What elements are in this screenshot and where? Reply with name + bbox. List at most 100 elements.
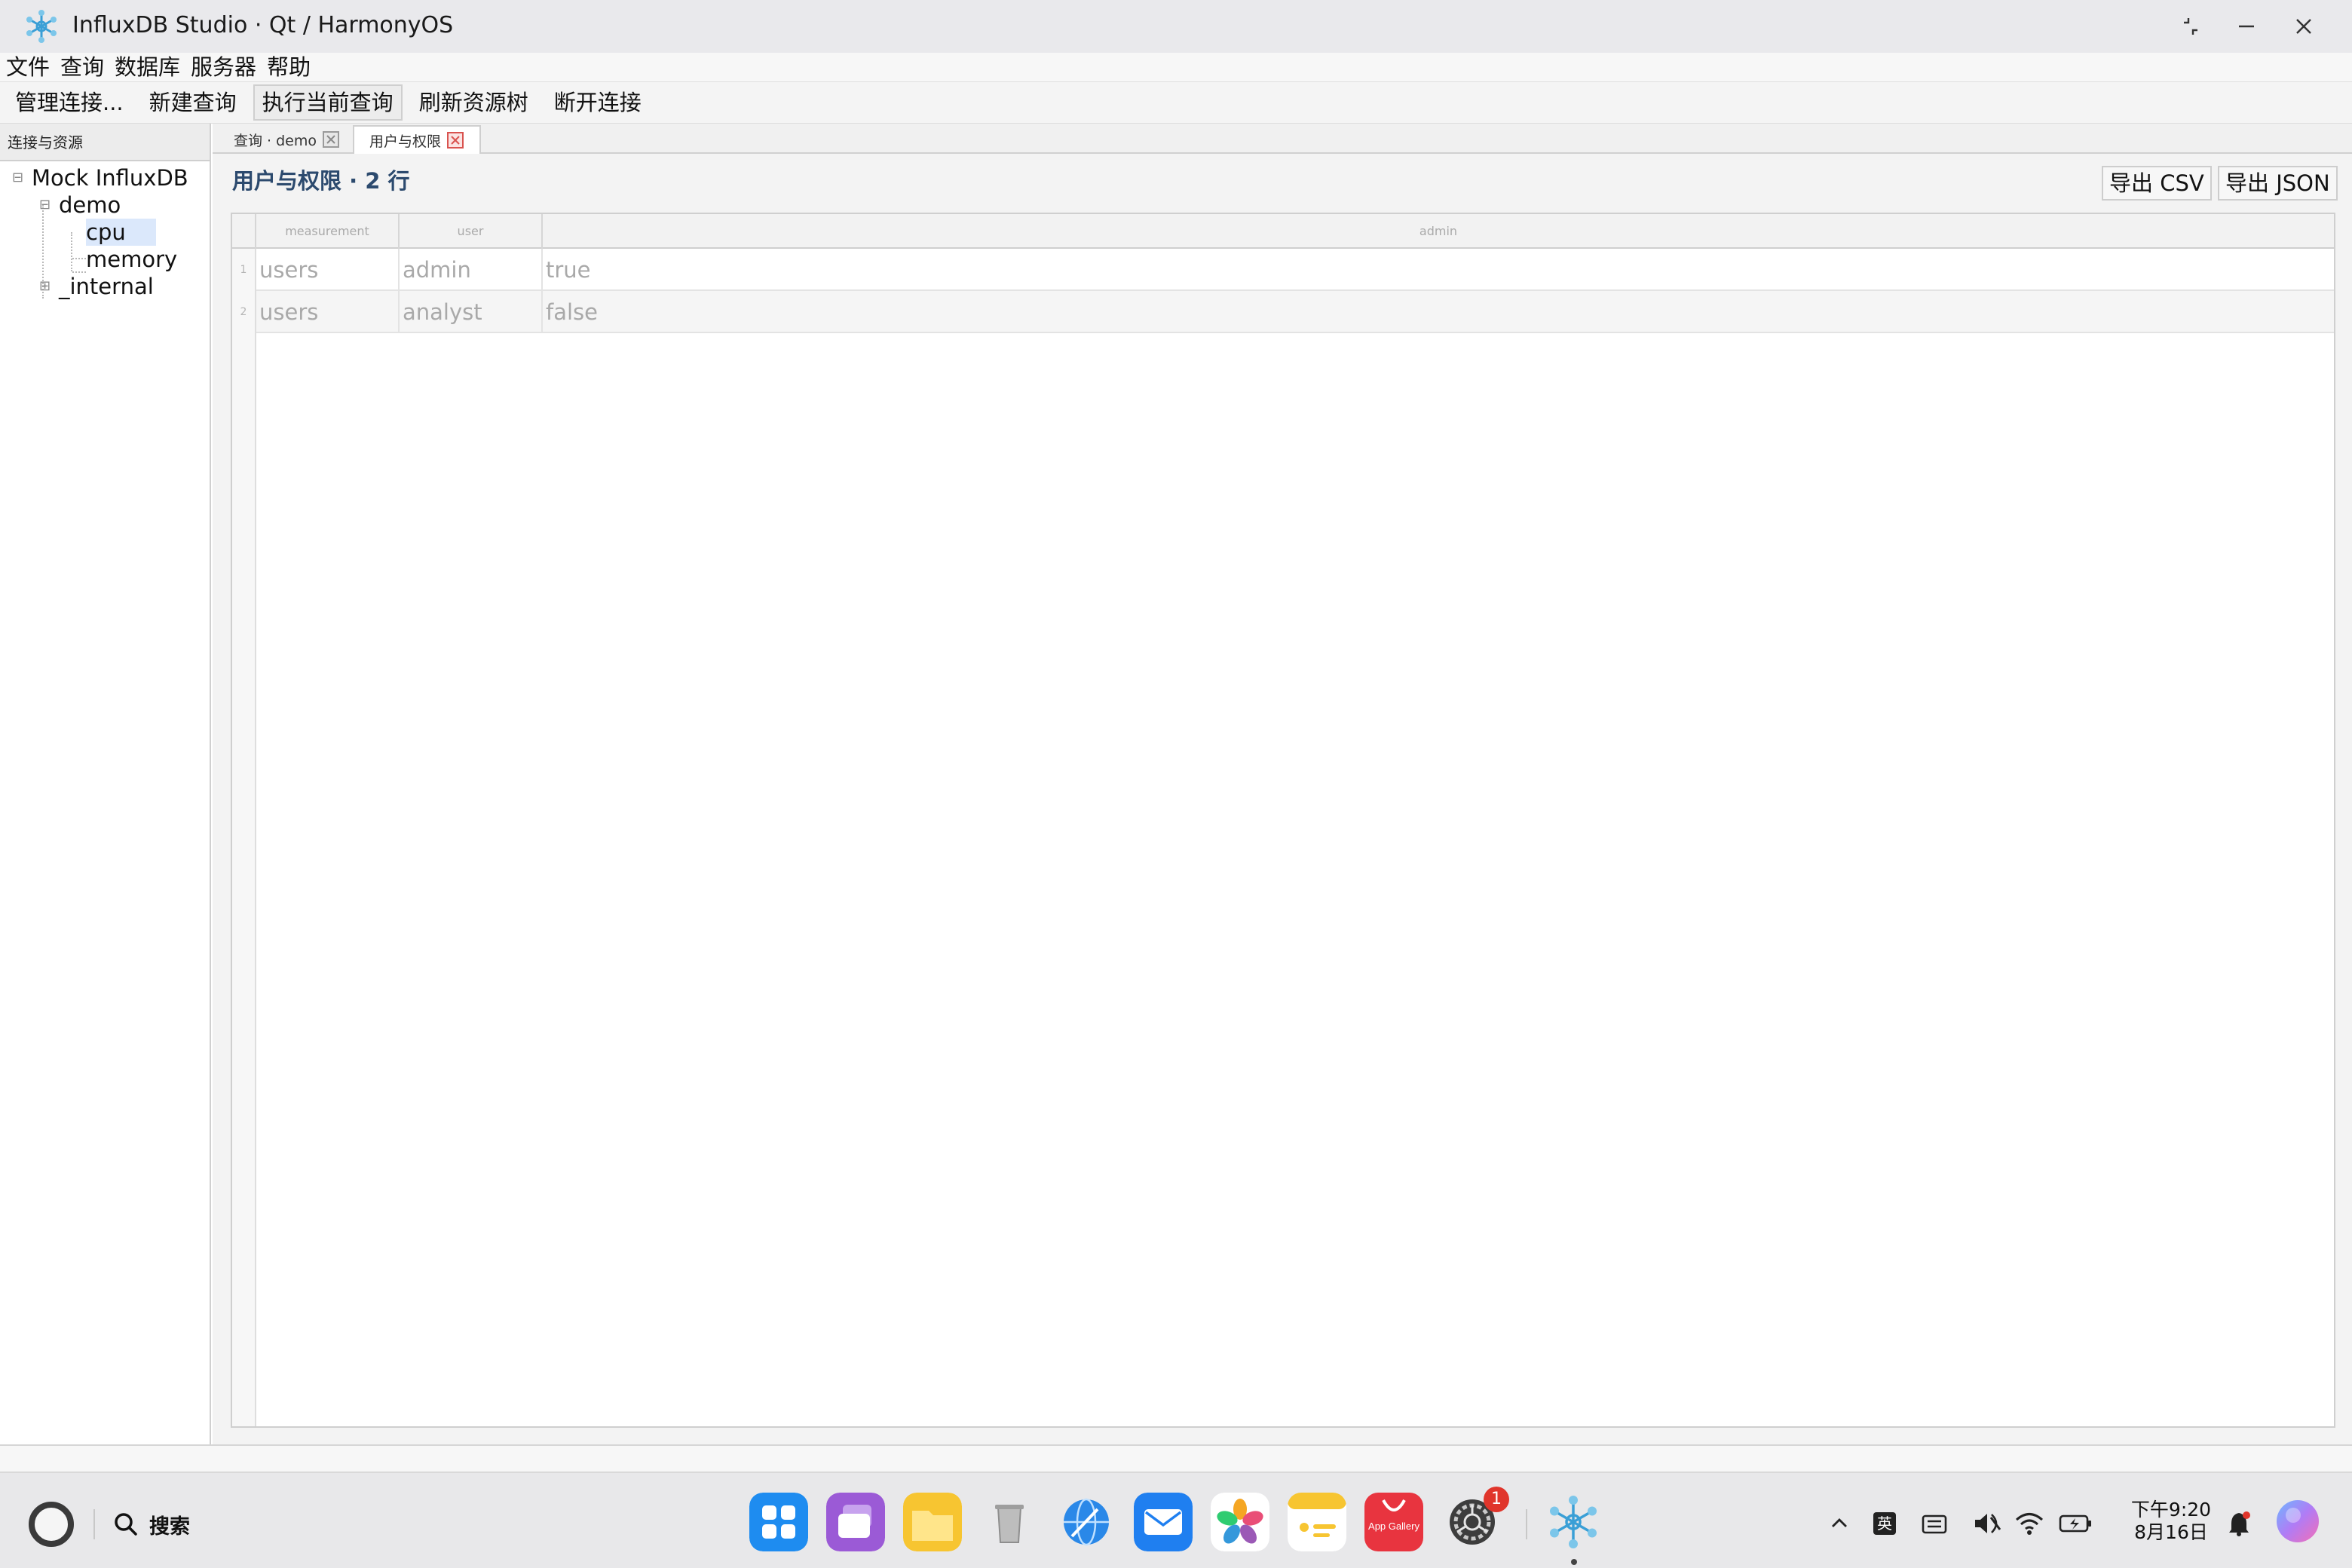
close-icon [2296, 19, 2311, 34]
menu-bar: 文件 查询 数据库 服务器 帮助 [0, 53, 2352, 81]
clock-date: 8月16日 [2134, 1521, 2208, 1543]
menu-server[interactable]: 服务器 [191, 54, 256, 81]
close-icon [326, 135, 335, 144]
restore-icon [2184, 18, 2197, 35]
row-header-column [232, 214, 256, 1426]
bell-icon [2229, 1511, 2250, 1536]
multitask-icon[interactable] [826, 1493, 885, 1551]
chevron-up-icon [1832, 1518, 1847, 1527]
wifi-icon [2016, 1513, 2043, 1535]
gallery-icon[interactable] [1211, 1493, 1269, 1551]
taskbar: 搜索 App Gallery 1 英 下午9:20 8月16日 [0, 1472, 2352, 1568]
notes-icon[interactable] [1288, 1493, 1346, 1551]
table-row[interactable]: 2 users analyst false [232, 291, 2334, 333]
execute-query-button[interactable]: 执行当前查询 [253, 84, 403, 121]
menu-query[interactable]: 查询 [60, 54, 104, 81]
tab-close-button[interactable] [447, 132, 464, 149]
table-cell[interactable]: true [543, 249, 2334, 291]
result-title: 用户与权限 · 2 行 [232, 168, 410, 194]
running-indicator [1571, 1559, 1577, 1565]
input-method-indicator[interactable]: 英 [1873, 1506, 1897, 1541]
files-icon[interactable] [903, 1493, 962, 1551]
tree-item-demo[interactable]: ⊟ demo [0, 191, 208, 219]
browser-icon[interactable] [1057, 1493, 1116, 1551]
connections-dock: 连接与资源 ⊟ Mock InfluxDB ⊟ demo cpu memory … [0, 124, 211, 1444]
title-bar: InfluxDB Studio · Qt / HarmonyOS [0, 0, 2352, 53]
close-icon [451, 136, 460, 145]
keyboard-indicator[interactable] [1919, 1506, 1949, 1541]
disconnect-button[interactable]: 断开连接 [545, 84, 651, 121]
close-window-button[interactable] [2281, 8, 2326, 45]
tab-query-demo[interactable]: 查询 · demo [231, 125, 340, 154]
collapse-icon[interactable]: ⊟ [12, 164, 23, 191]
shopping-bag-icon [1382, 1499, 1406, 1511]
tab-close-button[interactable] [323, 131, 340, 148]
minimize-icon [2239, 25, 2254, 28]
notifications-button[interactable] [2225, 1506, 2252, 1541]
app-launcher-icon[interactable] [749, 1493, 808, 1551]
table-cell[interactable]: admin [400, 249, 543, 291]
settings-notification-badge: 1 [1484, 1487, 1509, 1512]
table-cell[interactable]: false [543, 291, 2334, 333]
restore-window-button[interactable] [2168, 8, 2213, 45]
menu-help[interactable]: 帮助 [267, 54, 311, 81]
table-header: measurement user admin [232, 214, 2334, 249]
expand-icon[interactable]: ⊞ [39, 273, 51, 300]
corner-cell [232, 214, 256, 249]
mail-icon[interactable] [1134, 1493, 1193, 1551]
main-area: 查询 · demo 用户与权限 用户与权限 · 2 行 导出 CSV 导出 JS… [213, 124, 2352, 1444]
manage-connections-button[interactable]: 管理连接... [6, 84, 133, 121]
assistant-orb-icon [2277, 1500, 2319, 1542]
row-number: 2 [232, 291, 256, 333]
column-header-admin[interactable]: admin [543, 214, 2334, 249]
refresh-tree-button[interactable]: 刷新资源树 [410, 84, 537, 121]
start-button[interactable] [29, 1502, 74, 1547]
minimize-window-button[interactable] [2224, 8, 2269, 45]
table-row[interactable]: 1 users admin true [232, 249, 2334, 291]
battery-indicator[interactable] [2058, 1506, 2094, 1541]
table-cell[interactable]: users [256, 249, 400, 291]
volume-indicator[interactable] [1971, 1506, 2004, 1541]
table-cell[interactable]: analyst [400, 291, 543, 333]
app-gallery-label: App Gallery [1368, 1521, 1419, 1532]
tab-users-permissions[interactable]: 用户与权限 [353, 125, 481, 154]
tray-overflow-button[interactable] [1824, 1506, 1854, 1541]
resource-tree: ⊟ Mock InfluxDB ⊟ demo cpu memory ⊞ _int… [0, 161, 210, 299]
assistant-button[interactable] [2274, 1497, 2322, 1545]
app-logo-icon [26, 10, 57, 43]
wifi-indicator[interactable] [2013, 1506, 2046, 1541]
app-gallery-icon[interactable]: App Gallery [1364, 1493, 1423, 1551]
table-cell[interactable]: users [256, 291, 400, 333]
dock-title: 连接与资源 [0, 124, 210, 161]
clock[interactable]: 下午9:20 8月16日 [2126, 1499, 2216, 1544]
influxdb-studio-taskbar-icon[interactable] [1544, 1493, 1603, 1551]
volume-muted-icon [1975, 1514, 2001, 1533]
result-panel: 用户与权限 · 2 行 导出 CSV 导出 JSON measurement u… [213, 154, 2352, 1444]
window-title: InfluxDB Studio · Qt / HarmonyOS [72, 12, 454, 38]
column-header-user[interactable]: user [400, 214, 543, 249]
battery-charging-icon [2059, 1514, 2091, 1533]
tree-item-root[interactable]: ⊟ Mock InfluxDB [0, 164, 208, 191]
menu-database[interactable]: 数据库 [115, 54, 180, 81]
clock-time: 下午9:20 [2130, 1499, 2212, 1521]
result-table: measurement user admin 1 users admin tru… [231, 213, 2335, 1428]
export-csv-button[interactable]: 导出 CSV [2102, 166, 2212, 201]
tree-item-memory[interactable]: memory [0, 246, 208, 273]
menu-file[interactable]: 文件 [6, 54, 50, 81]
keyboard-icon [1922, 1514, 1947, 1534]
new-query-button[interactable]: 新建查询 [140, 84, 246, 121]
taskbar-search[interactable]: 搜索 [112, 1508, 190, 1541]
search-icon [115, 1513, 137, 1536]
tree-item-cpu[interactable]: cpu [0, 219, 208, 246]
status-bar [0, 1444, 2352, 1472]
export-json-button[interactable]: 导出 JSON [2218, 166, 2338, 201]
collapse-icon[interactable]: ⊟ [39, 191, 51, 219]
taskbar-divider [93, 1509, 95, 1539]
taskbar-divider [1526, 1509, 1527, 1539]
trash-icon[interactable] [980, 1493, 1039, 1551]
tool-bar: 管理连接... 新建查询 执行当前查询 刷新资源树 断开连接 [0, 81, 2352, 124]
column-header-measurement[interactable]: measurement [256, 214, 400, 249]
tree-item-internal[interactable]: ⊞ _internal [0, 273, 208, 300]
tab-bar: 查询 · demo 用户与权限 [213, 124, 2352, 154]
row-number: 1 [232, 249, 256, 291]
